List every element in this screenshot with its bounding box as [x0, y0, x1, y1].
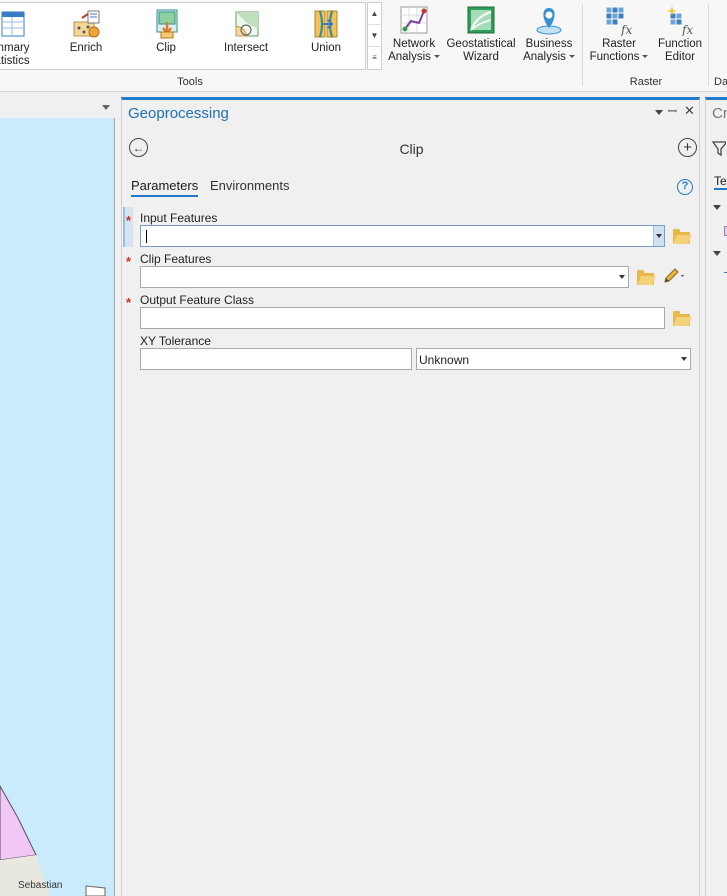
clip-label: Clip	[156, 42, 176, 54]
gallery-scroll-up-icon[interactable]: ▲	[368, 3, 381, 25]
xy-tolerance-unit-select[interactable]: Unknown	[416, 348, 691, 370]
network-analysis-button[interactable]: Network Analysis	[386, 4, 442, 64]
sketch-pencil-icon[interactable]	[662, 267, 688, 288]
network-analysis-label-2: Analysis	[386, 51, 442, 64]
filter-icon[interactable]	[711, 140, 727, 159]
ribbon-separator	[582, 4, 583, 86]
network-analysis-icon	[398, 4, 430, 36]
map-menu-chevron-down-icon[interactable]	[102, 105, 110, 110]
summary-statistics-label-2: atistics	[0, 55, 30, 67]
intersect-label: Intersect	[223, 42, 269, 54]
ribbon-separator-2	[708, 4, 709, 86]
function-editor-button[interactable]: fx Function Editor	[652, 4, 708, 64]
xy-tolerance-unit-chevron-down-icon[interactable]	[678, 349, 689, 369]
summary-statistics-button[interactable]: mmary atistics	[0, 8, 36, 68]
geostatistical-wizard-label: Geostatistical	[446, 38, 516, 50]
union-icon	[310, 8, 342, 40]
xy-tolerance-field[interactable]	[140, 348, 412, 370]
input-features-label: Input Features	[140, 211, 218, 225]
close-icon[interactable]: ✕	[684, 103, 695, 119]
tools-group-label: Tools	[177, 76, 203, 88]
enrich-label: Enrich	[69, 42, 103, 54]
function-editor-label-2: Editor	[664, 51, 696, 63]
required-marker: *	[126, 254, 132, 269]
pane-options-chevron-down-icon[interactable]	[655, 110, 663, 115]
input-features-field[interactable]	[140, 225, 665, 247]
output-feature-class-label: Output Feature Class	[140, 293, 255, 307]
expand-chevron-down-icon[interactable]	[713, 205, 721, 210]
geoprocessing-pane: Geoprocessing ꟷ ✕ ← Clip + Parameters En…	[121, 97, 700, 896]
tab-parameters[interactable]: Parameters	[131, 178, 199, 197]
summary-statistics-label: mmary	[0, 42, 30, 54]
pin-icon[interactable]: ꟷ	[668, 104, 677, 119]
gallery-expand-icon[interactable]: ≡	[368, 47, 381, 69]
svg-text:fx: fx	[620, 23, 632, 36]
map-pane-header	[0, 96, 118, 118]
map-land-polygons	[0, 784, 106, 896]
tool-title: Clip	[399, 141, 424, 157]
gallery-scrollbar[interactable]: ▲ ▼ ≡	[367, 2, 382, 70]
tab-environments[interactable]: Environments	[210, 178, 289, 193]
catalog-pane-title: Cr	[712, 105, 727, 122]
add-plus-icon[interactable]: +	[678, 138, 697, 157]
svg-text:fx: fx	[681, 23, 693, 36]
clip-features-dropdown-icon[interactable]	[616, 267, 627, 287]
business-analysis-button[interactable]: Business Analysis	[520, 4, 578, 64]
geostatistical-wizard-label-2: Wizard	[463, 51, 499, 63]
map-view[interactable]: Sebastian	[0, 118, 115, 896]
intersect-icon	[230, 8, 262, 40]
clip-icon	[150, 8, 182, 40]
business-analysis-label-2: Analysis	[520, 51, 578, 64]
input-features-dropdown-icon[interactable]	[653, 226, 664, 246]
union-button[interactable]: Union	[302, 8, 350, 55]
clip-button[interactable]: Clip	[142, 8, 190, 55]
clip-features-label: Clip Features	[140, 252, 212, 266]
enrich-button[interactable]: Enrich	[62, 8, 110, 55]
raster-group-label: Raster	[629, 76, 663, 88]
output-browse-folder-icon[interactable]	[673, 311, 690, 326]
text-cursor	[146, 230, 147, 243]
required-marker: *	[126, 295, 132, 310]
geostatistical-wizard-icon	[465, 4, 497, 36]
union-label: Union	[310, 42, 342, 54]
network-analysis-label: Network	[392, 38, 436, 50]
required-marker: *	[126, 213, 132, 228]
gallery-scroll-down-icon[interactable]: ▼	[368, 25, 381, 47]
geostatistical-wizard-button[interactable]: Geostatistical Wizard	[445, 4, 517, 64]
enrich-icon	[70, 8, 102, 40]
raster-functions-label: Raster	[602, 38, 636, 50]
catalog-pane: Cr Te	[705, 97, 727, 896]
tab-cut[interactable]: Te	[714, 174, 727, 190]
clip-features-field[interactable]	[140, 266, 629, 288]
raster-functions-button[interactable]: fx Raster Functions	[588, 4, 650, 64]
help-icon[interactable]: ?	[677, 179, 693, 195]
map-place-label: Sebastian	[18, 880, 63, 891]
summary-statistics-icon	[0, 8, 28, 40]
output-feature-class-field[interactable]	[140, 307, 665, 329]
business-analysis-label: Business	[525, 38, 573, 50]
raster-functions-label-2: Functions	[588, 51, 650, 64]
raster-functions-icon: fx	[603, 4, 635, 37]
function-editor-icon: fx	[664, 4, 696, 37]
pane-title: Geoprocessing	[128, 105, 229, 122]
intersect-button[interactable]: Intersect	[222, 8, 270, 55]
clip-features-browse-folder-icon[interactable]	[637, 270, 654, 285]
input-features-browse-folder-icon[interactable]	[673, 229, 690, 244]
xy-tolerance-label: XY Tolerance	[140, 334, 211, 348]
data-group-label: Da	[714, 76, 727, 88]
business-analysis-icon	[533, 4, 565, 36]
xy-tolerance-unit-value: Unknown	[419, 353, 470, 367]
ribbon: ▲ ▼ ≡ mmary atistics Enrich Clip Interse…	[0, 0, 727, 92]
expand-chevron-down-icon-2[interactable]	[713, 251, 721, 256]
function-editor-label: Function	[657, 38, 703, 50]
